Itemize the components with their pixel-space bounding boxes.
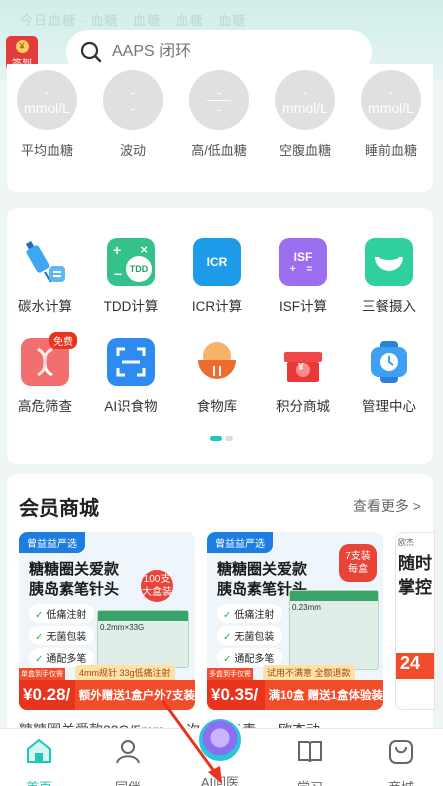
tool-points-mall[interactable]: ¥ 积分商城	[267, 338, 339, 415]
glucose-value-circle: - mmol/L	[361, 70, 421, 130]
page-indicator	[210, 436, 233, 441]
meal-bowl-icon	[365, 238, 413, 286]
tool-label: 管理中心	[362, 399, 416, 414]
faded-header-text: 今日血糖 · 血糖 · 血糖 · 血糖 · 血糖	[20, 13, 247, 28]
nav-label: 同伴	[98, 777, 158, 786]
tool-label: 三餐摄入	[362, 299, 416, 314]
tool-carb-calculator[interactable]: 碳水计算	[9, 238, 81, 315]
tool-icr-calculator[interactable]: ICR ICR计算	[181, 238, 253, 315]
product-tag: 曾益益严选	[19, 532, 85, 553]
glucose-value-circle: --	[189, 70, 249, 130]
glucose-fluctuation[interactable]: -- 波动	[101, 70, 165, 159]
scan-icon	[107, 338, 155, 386]
tool-management-center[interactable]: 管理中心	[353, 338, 425, 415]
syringe-icon	[21, 238, 69, 286]
view-more-link[interactable]: 查看更多 >	[353, 496, 421, 516]
tool-label: ISF计算	[278, 299, 327, 314]
product-card-partial[interactable]: 欧杰 随时 掌控 24	[395, 532, 435, 710]
nav-home[interactable]: 首页	[9, 737, 69, 786]
product-box-image: 0.2mm×33G	[97, 610, 189, 668]
glucose-summary-card: - mmol/L 平均血糖 -- 波动 -- 高/低血糖 - mmol/L 空腹血糖…	[7, 64, 433, 192]
tool-isf-calculator[interactable]: ISF + = ISF计算	[267, 238, 339, 315]
tool-ai-food-scan[interactable]: AI识食物	[95, 338, 167, 415]
tdd-calculator-icon: + × − TDD	[107, 238, 155, 286]
glucose-label: 平均血糖	[20, 143, 73, 158]
glucose-average[interactable]: - mmol/L 平均血糖	[15, 70, 79, 159]
glucose-value-circle: - mmol/L	[17, 70, 77, 130]
search-icon	[80, 41, 102, 63]
isf-calculator-icon: ISF + =	[279, 238, 327, 286]
home-icon	[27, 738, 51, 763]
tool-label: 食物库	[196, 399, 238, 414]
product-card[interactable]: 曾益益严选 糖糖圈关爱款 胰岛素笔针头 100支 大盒装 ✓ 低痛注射 ✓ 无菌包装 ✓…	[19, 532, 195, 710]
product-badge: 7支装 每盒	[339, 544, 377, 582]
tool-label: ICR计算	[191, 299, 243, 314]
product-strip: 试用不满意 全额退款	[263, 665, 355, 680]
nav-label: 商城	[371, 777, 431, 786]
coin-icon: ¥	[15, 40, 29, 53]
smartwatch-icon	[365, 338, 413, 386]
product-feature: ✓ 低痛注射	[29, 604, 95, 623]
glucose-label: 睡前血糖	[364, 143, 417, 158]
tools-grid: 碳水计算 + × − TDD TDD计算 ICR ICR计算 ISF + = I…	[7, 208, 433, 464]
section-title: 会员商城	[19, 498, 99, 520]
product-card[interactable]: 曾益益严选 糖糖圈关爱款 胰岛素笔针头 7支装 每盒 ✓ 低痛注射 ✓ 无菌包装 ✓ 通配…	[207, 532, 383, 710]
price-note: 多盒到手仅需	[207, 668, 253, 680]
icr-calculator-icon: ICR	[193, 238, 241, 286]
tool-label: AI识食物	[104, 399, 158, 414]
glucose-label: 空腹血糖	[278, 143, 331, 158]
glucose-fasting[interactable]: - mmol/L 空腹血糖	[273, 70, 337, 159]
price: ¥0.35/支	[207, 680, 265, 710]
tool-risk-screening[interactable]: 免费 高危筛查	[9, 332, 81, 415]
glucose-high-low[interactable]: -- 高/低血糖	[187, 70, 251, 159]
glucose-label: 高/低血糖	[191, 143, 247, 158]
price: 24	[396, 653, 434, 679]
product-title: 糖糖圈关爱款 胰岛素笔针头	[29, 561, 120, 598]
nav-label: 首页	[9, 777, 69, 786]
search-input[interactable]	[112, 43, 332, 61]
tool-label: 积分商城	[276, 399, 330, 414]
deal-text: 满10盒 赠送1盒体验装	[268, 690, 383, 702]
companion-icon	[116, 740, 140, 764]
nav-companion[interactable]: 同伴	[98, 737, 158, 786]
nav-label: 学习	[280, 777, 340, 786]
price-note: 单盒到手仅需	[19, 668, 65, 680]
gift-box-icon: ¥	[279, 338, 327, 386]
nav-learning[interactable]: 学习	[280, 737, 340, 786]
glucose-label: 波动	[119, 143, 146, 158]
nav-mall[interactable]: 商城	[371, 737, 431, 786]
free-badge: 免费	[49, 332, 77, 349]
product-tag: 欧杰	[398, 538, 414, 547]
food-bowl-icon	[193, 338, 241, 386]
member-mall-card: 会员商城 查看更多 > 曾益益严选 糖糖圈关爱款 胰岛素笔针头 100支 大盒装 ✓…	[7, 474, 435, 744]
dna-screening-icon: 免费	[21, 332, 77, 386]
product-feature: ✓ 无菌包装	[217, 626, 283, 645]
price-bar: ¥0.28/支 额外赠送1盒户外7支装	[19, 680, 195, 710]
glucose-value-circle: - mmol/L	[275, 70, 335, 130]
product-title: 随时 掌控	[398, 554, 432, 597]
tool-label: 高危筛查	[18, 399, 72, 414]
shopping-bag-icon	[389, 740, 413, 764]
book-icon	[298, 741, 322, 763]
nav-label: AI问医	[200, 775, 240, 786]
product-tag: 曾益益严选	[207, 532, 273, 553]
product-feature: ✓ 无菌包装	[29, 626, 95, 645]
product-feature: ✓ 低痛注射	[217, 604, 283, 623]
product-badge: 100支 大盒装	[141, 570, 173, 602]
tool-tdd-calculator[interactable]: + × − TDD TDD计算	[95, 238, 167, 315]
glucose-value-circle: --	[103, 70, 163, 130]
tool-label: 碳水计算	[18, 299, 72, 314]
ai-assistant-bubble-icon[interactable]	[196, 716, 244, 764]
deal-text: 额外赠送1盒户外7支装	[78, 690, 195, 702]
glucose-bedtime[interactable]: - mmol/L 睡前血糖	[359, 70, 423, 159]
price-bar: ¥0.35/支 满10盒 赠送1盒体验装	[207, 680, 383, 710]
product-strip: 4mm规针 33g低痛注射	[75, 665, 175, 680]
tool-food-library[interactable]: 食物库	[181, 338, 253, 415]
price: ¥0.28/支	[19, 680, 75, 710]
product-box-image: 0.23mm	[289, 590, 379, 670]
tool-label: TDD计算	[103, 299, 159, 314]
tool-meal-intake[interactable]: 三餐摄入	[353, 238, 425, 315]
